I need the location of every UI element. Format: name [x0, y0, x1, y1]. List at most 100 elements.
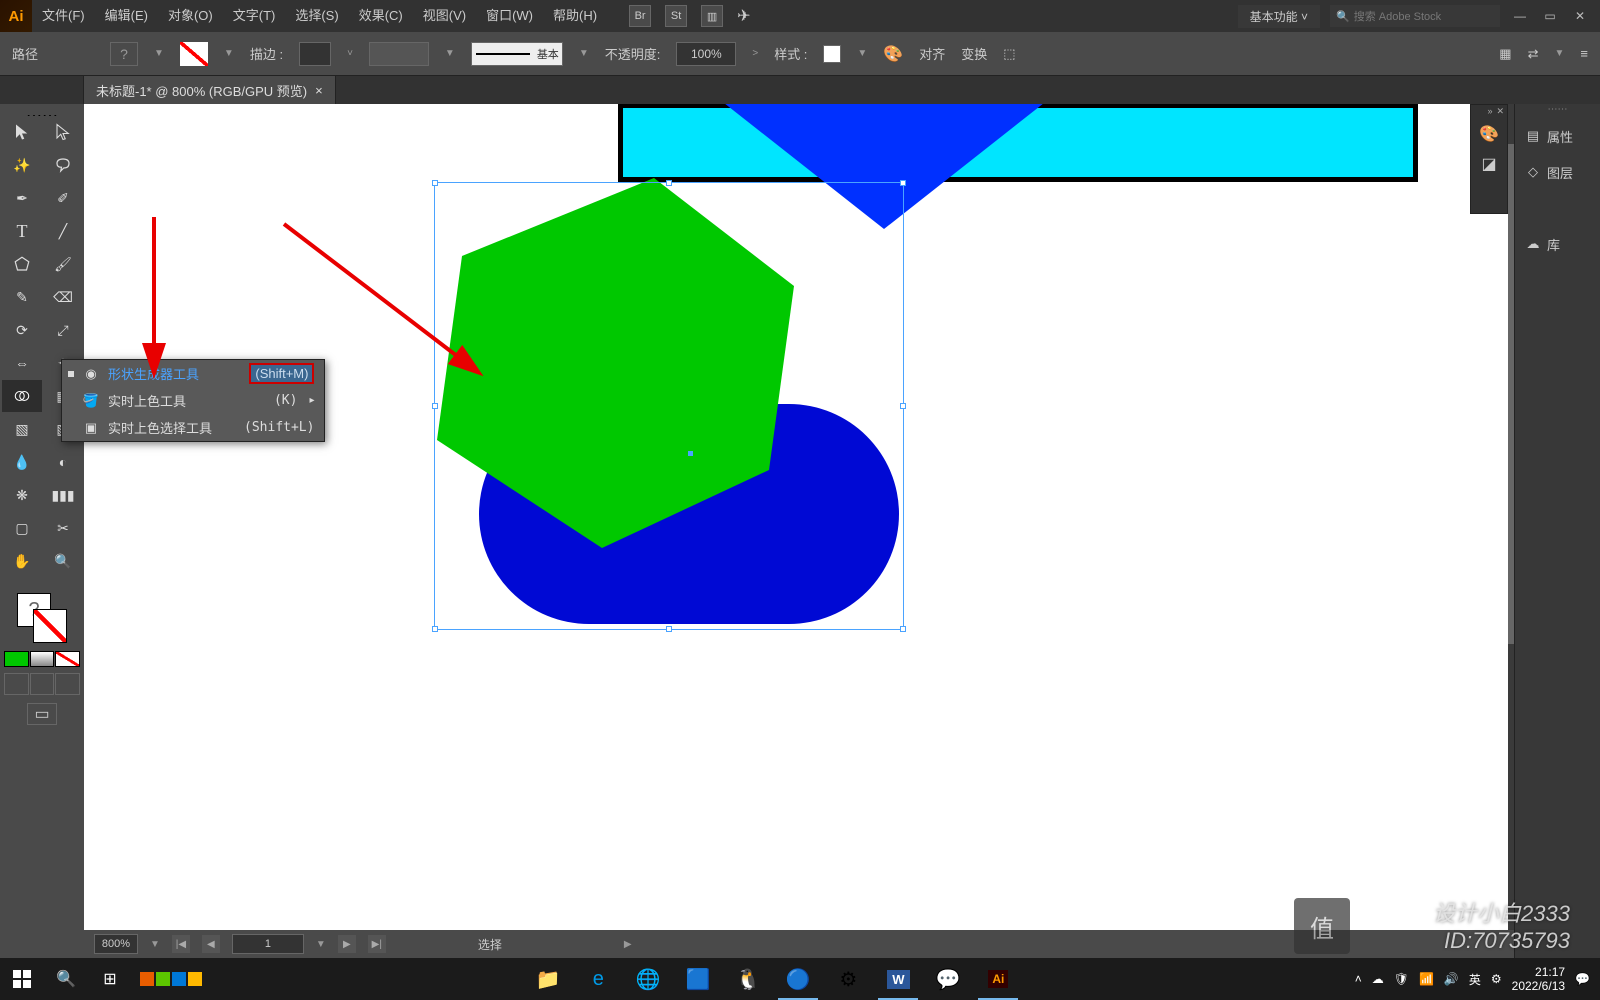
- chrome-app[interactable]: 🔵: [774, 958, 822, 1000]
- illustrator-app[interactable]: Ai: [974, 958, 1022, 1000]
- onedrive-icon[interactable]: ☁: [1372, 972, 1384, 986]
- stroke-var-dropdown[interactable]: [369, 42, 429, 66]
- menu-window[interactable]: 窗口(W): [476, 0, 543, 32]
- settings-app[interactable]: ⚙: [824, 958, 872, 1000]
- flow-icon[interactable]: ⇄: [1528, 46, 1539, 62]
- first-artboard-button[interactable]: |◀: [172, 935, 190, 953]
- window-minimize[interactable]: —: [1510, 8, 1530, 24]
- artboard-tool[interactable]: ▢: [2, 512, 42, 544]
- zoom-input[interactable]: [94, 934, 138, 954]
- isolate-icon[interactable]: ⬚: [1003, 46, 1015, 62]
- draw-normal[interactable]: [4, 673, 29, 695]
- qq-app[interactable]: 🐧: [724, 958, 772, 1000]
- edge-legacy-app[interactable]: e: [574, 958, 622, 1000]
- draw-inside[interactable]: [55, 673, 80, 695]
- align-label[interactable]: 对齐: [919, 44, 945, 63]
- color-mode-gradient[interactable]: [30, 651, 55, 667]
- workspace-selector[interactable]: 基本功能: [1238, 5, 1320, 28]
- next-artboard-button[interactable]: ▶: [338, 935, 356, 953]
- shaper-tool[interactable]: ✎: [2, 281, 42, 313]
- last-artboard-button[interactable]: ▶|: [368, 935, 386, 953]
- gpu-icon[interactable]: ✈: [737, 6, 750, 26]
- screen-mode[interactable]: ▭: [27, 703, 57, 725]
- menu-view[interactable]: 视图(V): [413, 0, 476, 32]
- tab-close-icon[interactable]: ×: [315, 83, 323, 98]
- menu-file[interactable]: 文件(F): [32, 0, 95, 32]
- menu-select[interactable]: 选择(S): [285, 0, 348, 32]
- taskbar-extra-icons[interactable]: [140, 972, 202, 986]
- word-app[interactable]: W: [874, 958, 922, 1000]
- draw-behind[interactable]: [30, 673, 55, 695]
- artboard-number-input[interactable]: [232, 934, 304, 954]
- type-tool[interactable]: T: [2, 215, 42, 247]
- stock-icon[interactable]: St: [665, 5, 687, 27]
- slice-tool[interactable]: ✂: [43, 512, 83, 544]
- shape-builder-tool[interactable]: [2, 380, 42, 412]
- side-dock-collapse-icon[interactable]: »: [1487, 106, 1492, 118]
- tray-up-icon[interactable]: ˄: [1355, 972, 1362, 986]
- wechat-app[interactable]: 💬: [924, 958, 972, 1000]
- properties-panel-button[interactable]: ▤ 属性: [1515, 118, 1600, 154]
- zoom-tool[interactable]: 🔍: [43, 545, 83, 577]
- rotate-tool[interactable]: ⟳: [2, 314, 42, 346]
- taskbar-search-icon[interactable]: 🔍: [44, 958, 88, 1000]
- menu-edit[interactable]: 编辑(E): [95, 0, 158, 32]
- vertical-scrollbar[interactable]: [1508, 104, 1514, 930]
- mesh-tool[interactable]: ▧: [2, 413, 42, 445]
- stroke-color-swatch[interactable]: [33, 609, 67, 643]
- opacity-input[interactable]: [676, 42, 736, 66]
- eyedropper-tool[interactable]: 💧: [2, 446, 42, 478]
- toolbox-grip[interactable]: ⋯⋯: [2, 106, 82, 116]
- hand-tool[interactable]: ✋: [2, 545, 42, 577]
- taskbar-clock[interactable]: 21:17 2022/6/13: [1512, 965, 1565, 994]
- browser-app[interactable]: 🌐: [624, 958, 672, 1000]
- network-icon[interactable]: 📶: [1419, 972, 1434, 986]
- task-view-icon[interactable]: ⊞: [88, 958, 132, 1000]
- flyout-live-paint-select[interactable]: ▣ 实时上色选择工具 (Shift+L): [62, 414, 324, 441]
- rectangle-tool[interactable]: [2, 248, 42, 280]
- fill-stroke-swatches[interactable]: ?: [17, 593, 67, 643]
- stroke-swatch[interactable]: [180, 42, 208, 66]
- line-tool[interactable]: ╱: [43, 215, 83, 247]
- stroke-profile[interactable]: 基本: [471, 42, 563, 66]
- curvature-tool[interactable]: ✐: [43, 182, 83, 214]
- swatches-panel-icon[interactable]: ◪: [1471, 149, 1507, 179]
- libraries-panel-button[interactable]: ☁ 库: [1515, 226, 1600, 262]
- graphic-style-swatch[interactable]: [823, 45, 841, 63]
- flyout-shape-builder[interactable]: ◉ 形状生成器工具 (Shift+M): [62, 360, 324, 387]
- blend-tool[interactable]: ◐: [43, 446, 83, 478]
- bridge-icon[interactable]: Br: [629, 5, 651, 27]
- menu-object[interactable]: 对象(O): [158, 0, 223, 32]
- transform-label[interactable]: 变换: [961, 44, 987, 63]
- color-mode-none[interactable]: [55, 651, 80, 667]
- ime-indicator[interactable]: 英: [1469, 971, 1481, 988]
- symbol-sprayer-tool[interactable]: ❋: [2, 479, 42, 511]
- magic-wand-tool[interactable]: ✨: [2, 149, 42, 181]
- window-restore[interactable]: ▭: [1540, 8, 1560, 24]
- volume-icon[interactable]: 🔊: [1444, 972, 1459, 986]
- color-panel-icon[interactable]: 🎨: [1471, 119, 1507, 149]
- start-button[interactable]: [0, 958, 44, 1000]
- column-graph-tool[interactable]: ▮▮▮: [43, 479, 83, 511]
- pen-tool[interactable]: ✒: [2, 182, 42, 214]
- width-tool[interactable]: ⇔: [2, 347, 42, 379]
- menu-effect[interactable]: 效果(C): [349, 0, 413, 32]
- menu-type[interactable]: 文字(T): [223, 0, 286, 32]
- color-mode-solid[interactable]: [4, 651, 29, 667]
- ime-settings-icon[interactable]: ⚙: [1491, 972, 1502, 986]
- paintbrush-tool[interactable]: 🖌: [43, 248, 83, 280]
- right-panel-grip[interactable]: ⋯⋯: [1515, 104, 1600, 118]
- flyout-live-paint[interactable]: 🪣 实时上色工具 (K) ▸: [62, 387, 324, 414]
- direct-selection-tool[interactable]: [43, 116, 83, 148]
- side-dock-close-icon[interactable]: ✕: [1496, 106, 1504, 118]
- scale-tool[interactable]: ⤢: [43, 314, 83, 346]
- arrange-icon[interactable]: ▥: [701, 5, 723, 27]
- layers-panel-button[interactable]: ◇ 图层: [1515, 154, 1600, 190]
- artboard[interactable]: » ✕ 🎨 ◪: [84, 104, 1508, 930]
- edge-app[interactable]: 🟦: [674, 958, 722, 1000]
- menu-help[interactable]: 帮助(H): [543, 0, 607, 32]
- prev-artboard-button[interactable]: ◀: [202, 935, 220, 953]
- document-tab[interactable]: 未标题-1* @ 800% (RGB/GPU 预览) ×: [84, 76, 336, 104]
- grid-icon[interactable]: ▦: [1499, 46, 1511, 62]
- window-close[interactable]: ✕: [1570, 8, 1590, 24]
